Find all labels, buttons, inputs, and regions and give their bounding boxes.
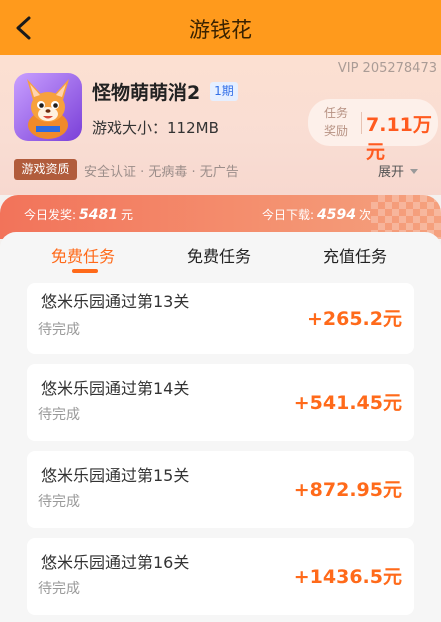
task-card[interactable]: 悠米乐园通过第16关 待完成 +1436.5元 xyxy=(27,538,414,615)
payout-label: 今日发奖: xyxy=(24,208,77,222)
task-status: 待完成 xyxy=(38,407,80,423)
expand-label: 展开 xyxy=(378,165,405,180)
tab-free-tasks[interactable]: 免费任务 xyxy=(51,243,115,267)
task-status: 待完成 xyxy=(38,494,80,510)
caret-down-icon xyxy=(410,169,419,174)
download-label: 今日下载: xyxy=(262,208,315,222)
task-card[interactable]: 悠米乐园通过第15关 待完成 +872.95元 xyxy=(27,451,414,528)
tab-free-tasks-2[interactable]: 免费任务 xyxy=(187,243,251,267)
task-card[interactable]: 悠米乐园通过第14关 待完成 +541.45元 xyxy=(27,364,414,441)
task-title: 悠米乐园通过第16关 xyxy=(41,553,190,572)
task-title: 悠米乐园通过第13关 xyxy=(41,292,190,311)
download-stat: 今日下载: 4594 次 xyxy=(262,206,371,223)
expand-button[interactable]: 展开 xyxy=(378,161,419,180)
task-reward: +1436.5元 xyxy=(293,566,402,588)
reward-amount: 7.11万元 xyxy=(366,114,432,163)
reward-label: 任务奖励 xyxy=(324,106,349,138)
game-fox-icon xyxy=(14,73,82,141)
download-value: 4594 xyxy=(317,207,357,223)
task-reward: +265.2元 xyxy=(306,308,402,330)
payout-unit: 元 xyxy=(121,208,134,222)
total-reward-box: 任务奖励 7.11万元 xyxy=(308,99,438,163)
qualification-chip: 游戏资质 xyxy=(14,159,77,180)
task-title: 悠米乐园通过第15关 xyxy=(41,466,190,485)
payout-value: 5481 xyxy=(79,207,119,223)
payout-stat: 今日发奖: 5481 元 xyxy=(24,206,133,223)
vip-id: VIP 205278473 xyxy=(337,61,437,76)
game-title: 怪物萌萌消2 xyxy=(92,82,201,104)
page-title: 游钱花 xyxy=(189,18,252,42)
task-reward: +541.45元 xyxy=(293,392,402,414)
download-unit: 次 xyxy=(359,208,372,222)
phase-badge: 1期 xyxy=(210,82,238,101)
task-status: 待完成 xyxy=(38,581,80,597)
task-reward: +872.95元 xyxy=(293,479,402,501)
tab-recharge-tasks[interactable]: 充值任务 xyxy=(323,243,387,267)
task-status: 待完成 xyxy=(38,322,80,338)
tab-indicator xyxy=(72,269,98,273)
task-card[interactable]: 悠米乐园通过第13关 待完成 +265.2元 xyxy=(27,283,414,354)
divider xyxy=(361,112,362,134)
qualification-text: 安全认证 · 无病毒 · 无广告 xyxy=(84,165,239,180)
task-title: 悠米乐园通过第14关 xyxy=(41,379,190,398)
game-size: 游戏大小：112MB xyxy=(92,119,219,137)
top-bar: 游钱花 xyxy=(0,0,441,55)
